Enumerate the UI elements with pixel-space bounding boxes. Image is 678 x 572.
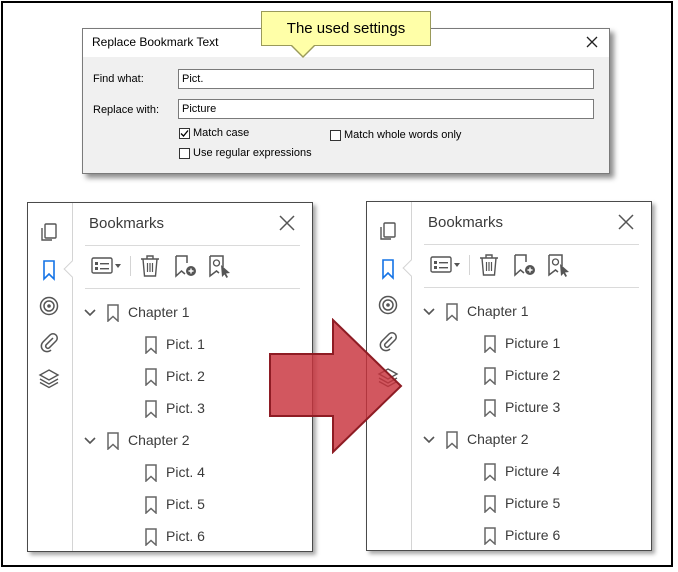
bookmark-icon [145, 400, 157, 418]
close-icon[interactable] [617, 213, 635, 231]
pages-icon[interactable] [377, 220, 399, 242]
bookmark-label: Pict. 5 [166, 496, 205, 512]
bookmark-icon [107, 432, 119, 450]
replace-with-input[interactable] [178, 99, 594, 119]
replace-label: Replace with: [93, 104, 160, 116]
match-whole-words-checkbox[interactable] [330, 129, 341, 141]
dialog-title: Replace Bookmark Text [92, 35, 219, 49]
bookmark-label: Picture 3 [505, 399, 561, 415]
bookmark-icon [446, 303, 458, 321]
panel-title: Bookmarks [89, 215, 165, 232]
callout-pointer-fill [291, 44, 315, 56]
bookmark-label: Chapter 1 [128, 304, 190, 320]
bookmark-label: Picture 6 [505, 527, 561, 543]
bookmark-label: Picture 4 [505, 463, 561, 479]
toolbar-separator [130, 256, 131, 276]
bookmark-label: Pict. 4 [166, 464, 205, 480]
bookmark-item-row[interactable]: Pict. 6 [28, 521, 312, 551]
new-bookmark-from-structure-icon[interactable] [206, 253, 234, 279]
match-whole-words-option[interactable]: Match whole words only [330, 129, 461, 141]
bookmark-label: Pict. 1 [166, 336, 205, 352]
new-bookmark-icon[interactable] [172, 253, 198, 279]
bookmark-item-row[interactable]: Picture 3 [367, 392, 651, 424]
bookmark-label: Chapter 2 [467, 431, 529, 447]
replace-bookmark-dialog: Replace Bookmark Text Find what: Replace… [82, 28, 610, 174]
find-label: Find what: [93, 73, 144, 85]
bookmark-chapter-row[interactable]: Chapter 2 [367, 424, 651, 456]
transition-arrow-icon [269, 318, 403, 454]
use-regex-checkbox[interactable] [179, 147, 190, 159]
divider [424, 244, 639, 245]
delete-icon[interactable] [138, 253, 162, 279]
use-regex-option[interactable]: Use regular expressions [179, 147, 312, 159]
options-menu-icon[interactable] [90, 253, 122, 279]
bookmark-label: Picture 1 [505, 335, 561, 351]
bookmark-item-row[interactable]: Picture 2 [367, 360, 651, 392]
close-icon[interactable] [278, 214, 296, 232]
bookmarks-panel-after: Bookmarks Chapter 1 Picture 1 Picture 2 Pic… [366, 201, 652, 551]
settings-callout: The used settings [261, 11, 431, 46]
bookmark-item-row[interactable]: Picture 4 [367, 456, 651, 488]
bookmark-item-row[interactable]: Picture 5 [367, 488, 651, 520]
bookmark-icon [484, 367, 496, 385]
bookmark-item-row[interactable]: Pict. 4 [28, 457, 312, 489]
bookmark-icon [145, 464, 157, 482]
toolbar-separator [469, 255, 470, 275]
bookmark-icon [484, 335, 496, 353]
match-case-label: Match case [193, 127, 250, 139]
chevron-down-icon[interactable] [84, 435, 96, 447]
bookmark-label: Picture 2 [505, 367, 561, 383]
bookmark-label: Pict. 2 [166, 368, 205, 384]
bookmark-icon [107, 304, 119, 322]
bookmark-label: Pict. 6 [166, 528, 205, 544]
bookmark-icon[interactable] [38, 259, 60, 281]
use-regex-label: Use regular expressions [193, 147, 312, 159]
bookmark-label: Chapter 1 [467, 303, 529, 319]
bookmark-icon [484, 527, 496, 545]
bookmark-label: Pict. 3 [166, 400, 205, 416]
match-case-checkbox[interactable] [179, 127, 190, 139]
match-whole-words-label: Match whole words only [344, 129, 462, 141]
chevron-down-icon[interactable] [423, 434, 435, 446]
divider [85, 245, 300, 246]
bookmark-icon [484, 399, 496, 417]
close-icon[interactable] [583, 33, 601, 51]
panel-title: Bookmarks [428, 214, 504, 231]
bookmark-icon [484, 463, 496, 481]
divider [85, 288, 300, 289]
new-bookmark-icon[interactable] [511, 252, 537, 278]
bookmark-item-row[interactable]: Picture 6 [367, 520, 651, 550]
bookmark-icon [484, 495, 496, 513]
checkmark-icon [180, 129, 189, 137]
bookmark-label: Chapter 2 [128, 432, 190, 448]
bookmark-icon [446, 431, 458, 449]
bookmark-item-row[interactable]: Pict. 5 [28, 489, 312, 521]
chevron-down-icon[interactable] [423, 306, 435, 318]
bookmark-icon [145, 336, 157, 354]
bookmark-chapter-row[interactable]: Chapter 1 [367, 296, 651, 328]
pages-icon[interactable] [38, 221, 60, 243]
bookmark-icon [145, 368, 157, 386]
bookmark-icon [145, 496, 157, 514]
bookmark-icon[interactable] [377, 258, 399, 280]
bookmark-icon [145, 528, 157, 546]
new-bookmark-from-structure-icon[interactable] [545, 252, 573, 278]
chevron-down-icon[interactable] [84, 307, 96, 319]
divider [424, 287, 639, 288]
find-what-input[interactable] [178, 69, 594, 89]
bookmark-item-row[interactable]: Picture 1 [367, 328, 651, 360]
delete-icon[interactable] [477, 252, 501, 278]
options-menu-icon[interactable] [429, 252, 461, 278]
match-case-option[interactable]: Match case [179, 127, 249, 139]
bookmark-label: Picture 5 [505, 495, 561, 511]
